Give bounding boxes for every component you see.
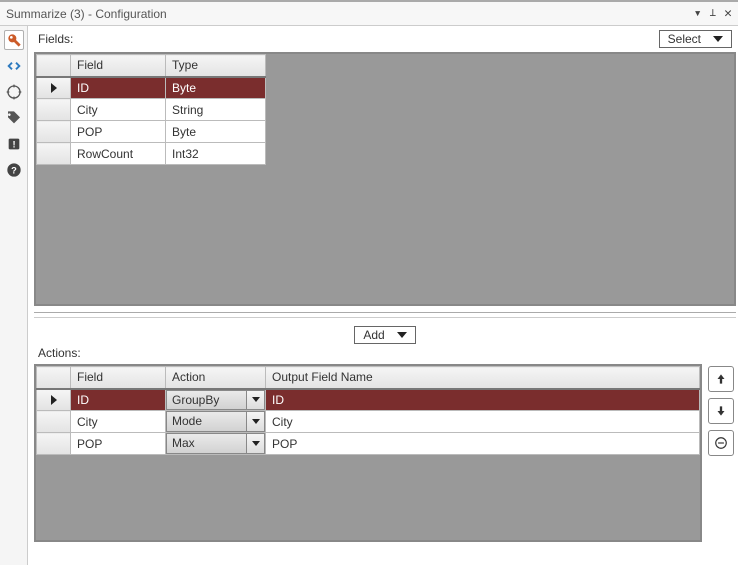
cell-output[interactable]: POP <box>266 433 700 455</box>
row-header-blank <box>37 55 71 77</box>
cell-field[interactable]: ID <box>71 77 166 99</box>
cell-action[interactable]: Max <box>166 433 266 455</box>
cell-field[interactable]: City <box>71 411 166 433</box>
col-header-type[interactable]: Type <box>166 55 266 77</box>
svg-text:!: ! <box>12 139 15 149</box>
table-row[interactable]: POP Max POP <box>37 433 700 455</box>
chevron-down-icon[interactable] <box>247 411 265 432</box>
cell-type[interactable]: String <box>166 99 266 121</box>
cell-type[interactable]: Byte <box>166 121 266 143</box>
table-row[interactable]: POP Byte <box>37 121 266 143</box>
tag-icon[interactable] <box>4 108 24 128</box>
fields-grid[interactable]: Field Type ID Byte City String <box>36 54 266 165</box>
window-title: Summarize (3) - Configuration <box>6 7 167 21</box>
col-header-field[interactable]: Field <box>71 367 166 389</box>
section-divider <box>34 312 736 318</box>
titlebar: Summarize (3) - Configuration ▾ ⟂ ✕ <box>0 0 738 26</box>
combo-value: Max <box>166 433 247 454</box>
cell-field[interactable]: POP <box>71 121 166 143</box>
cell-output[interactable]: ID <box>266 389 700 411</box>
action-combo[interactable]: Mode <box>166 411 265 432</box>
cell-output[interactable]: City <box>266 411 700 433</box>
alert-icon[interactable]: ! <box>4 134 24 154</box>
combo-value: Mode <box>166 411 247 432</box>
action-combo[interactable]: Max <box>166 433 265 454</box>
row-indicator[interactable] <box>37 389 71 411</box>
fields-grid-container: Field Type ID Byte City String <box>34 52 736 306</box>
pin-icon[interactable]: ⟂ <box>710 6 717 21</box>
table-row[interactable]: RowCount Int32 <box>37 143 266 165</box>
window-controls: ▾ ⟂ ✕ <box>694 6 732 21</box>
col-header-output[interactable]: Output Field Name <box>266 367 700 389</box>
close-icon[interactable]: ✕ <box>724 6 732 21</box>
col-header-action[interactable]: Action <box>166 367 266 389</box>
svg-text:?: ? <box>11 165 17 175</box>
chevron-down-icon <box>397 332 407 338</box>
row-header-blank <box>37 367 71 389</box>
cell-type[interactable]: Byte <box>166 77 266 99</box>
tool-sidebar: ! ? <box>0 26 28 565</box>
select-dropdown[interactable]: Select <box>659 30 732 48</box>
cell-action[interactable]: Mode <box>166 411 266 433</box>
cell-type[interactable]: Int32 <box>166 143 266 165</box>
move-down-button[interactable] <box>708 398 734 424</box>
table-row[interactable]: ID GroupBy ID <box>37 389 700 411</box>
minimize-icon[interactable]: ▾ <box>694 6 702 21</box>
cell-action[interactable]: GroupBy <box>166 389 266 411</box>
move-up-button[interactable] <box>708 366 734 392</box>
code-icon[interactable] <box>4 56 24 76</box>
cell-field[interactable]: ID <box>71 389 166 411</box>
chevron-down-icon <box>713 36 723 42</box>
actions-grid-container: Field Action Output Field Name ID <box>34 364 702 542</box>
cell-field[interactable]: RowCount <box>71 143 166 165</box>
row-indicator[interactable] <box>37 77 71 99</box>
add-dropdown[interactable]: Add <box>354 326 415 344</box>
remove-button[interactable] <box>708 430 734 456</box>
wrench-icon[interactable] <box>4 30 24 50</box>
select-label: Select <box>668 32 701 46</box>
actions-grid[interactable]: Field Action Output Field Name ID <box>36 366 700 455</box>
cell-field[interactable]: City <box>71 99 166 121</box>
row-indicator[interactable] <box>37 411 71 433</box>
col-header-field[interactable]: Field <box>71 55 166 77</box>
fields-label: Fields: <box>38 32 73 46</box>
actions-label: Actions: <box>38 346 81 360</box>
action-combo[interactable]: GroupBy <box>166 390 265 411</box>
row-indicator[interactable] <box>37 433 71 455</box>
row-indicator[interactable] <box>37 99 71 121</box>
chevron-down-icon[interactable] <box>247 390 265 411</box>
row-indicator[interactable] <box>37 121 71 143</box>
reorder-buttons <box>708 364 736 542</box>
target-icon[interactable] <box>4 82 24 102</box>
row-indicator[interactable] <box>37 143 71 165</box>
table-row[interactable]: ID Byte <box>37 77 266 99</box>
add-label: Add <box>363 328 384 342</box>
help-icon[interactable]: ? <box>4 160 24 180</box>
table-row[interactable]: City Mode City <box>37 411 700 433</box>
chevron-down-icon[interactable] <box>247 433 265 454</box>
cell-field[interactable]: POP <box>71 433 166 455</box>
combo-value: GroupBy <box>166 390 247 411</box>
table-row[interactable]: City String <box>37 99 266 121</box>
